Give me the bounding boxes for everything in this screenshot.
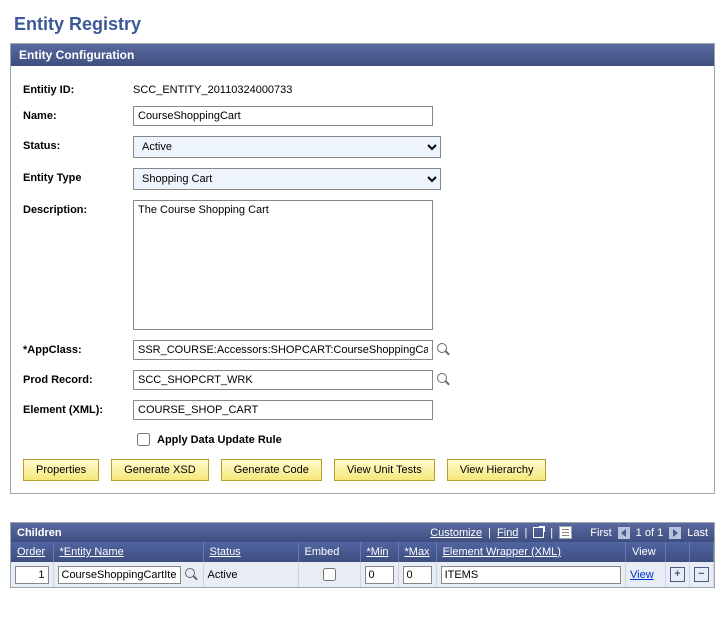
delete-row-icon[interactable]: − [694,567,709,582]
entity-type-label: Entity Type [23,168,133,184]
nav-next-icon[interactable] [669,527,681,539]
generate-code-button[interactable]: Generate Code [221,459,322,481]
table-row: Active View + − [11,562,714,587]
order-input[interactable] [15,566,49,584]
entity-id-label: Entitiy ID: [23,80,133,96]
min-input[interactable] [365,566,394,584]
max-input[interactable] [403,566,432,584]
row-status: Active [203,562,298,587]
name-label: Name: [23,106,133,122]
add-row-icon[interactable]: + [670,567,685,582]
name-input[interactable] [133,106,433,126]
customize-link[interactable]: Customize [430,527,482,539]
col-embed: Embed [298,542,360,562]
col-view: View [626,542,666,562]
entity-config-panel: Entity Configuration Entitiy ID: SCC_ENT… [10,43,715,494]
col-order[interactable]: Order [11,542,53,562]
lookup-icon[interactable] [437,343,451,357]
view-hierarchy-button[interactable]: View Hierarchy [447,459,547,481]
col-entity-name[interactable]: *Entity Name [53,542,203,562]
popout-icon[interactable] [533,527,544,538]
entity-config-header: Entity Configuration [11,44,714,66]
embed-checkbox[interactable] [323,568,336,581]
children-grid: Order *Entity Name Status Embed *Min *Ma… [11,542,714,587]
appclass-label: *AppClass: [23,340,133,356]
children-title: Children [17,527,62,542]
nav-counter: 1 of 1 [636,527,664,539]
element-wrapper-input[interactable] [441,566,621,584]
col-element-wrapper[interactable]: Element Wrapper (XML) [436,542,625,562]
elementxml-input[interactable] [133,400,433,420]
col-max[interactable]: *Max [398,542,436,562]
view-link[interactable]: View [630,569,654,581]
nav-first[interactable]: First [590,527,611,539]
prodrecord-label: Prod Record: [23,370,133,386]
description-textarea[interactable]: The Course Shopping Cart [133,200,433,330]
apply-rule-checkbox[interactable] [137,433,150,446]
apply-rule-label: Apply Data Update Rule [157,434,282,446]
lookup-icon[interactable] [185,568,199,582]
entity-id-value: SCC_ENTITY_20110324000733 [133,80,702,96]
prodrecord-input[interactable] [133,370,433,390]
status-select[interactable]: Active [133,136,441,158]
appclass-input[interactable] [133,340,433,360]
nav-prev-icon[interactable] [618,527,630,539]
entity-name-input[interactable] [58,566,181,584]
children-panel: Children Customize | Find | | First 1 of… [10,522,715,588]
col-status[interactable]: Status [203,542,298,562]
spreadsheet-icon[interactable] [559,526,572,539]
find-link[interactable]: Find [497,527,518,539]
view-unit-tests-button[interactable]: View Unit Tests [334,459,435,481]
nav-last[interactable]: Last [687,527,708,539]
properties-button[interactable]: Properties [23,459,99,481]
generate-xsd-button[interactable]: Generate XSD [111,459,209,481]
elementxml-label: Element (XML): [23,400,133,416]
page-title: Entity Registry [14,14,715,35]
entity-type-select[interactable]: Shopping Cart [133,168,441,190]
lookup-icon[interactable] [437,373,451,387]
status-label: Status: [23,136,133,152]
description-label: Description: [23,200,133,216]
col-min[interactable]: *Min [360,542,398,562]
